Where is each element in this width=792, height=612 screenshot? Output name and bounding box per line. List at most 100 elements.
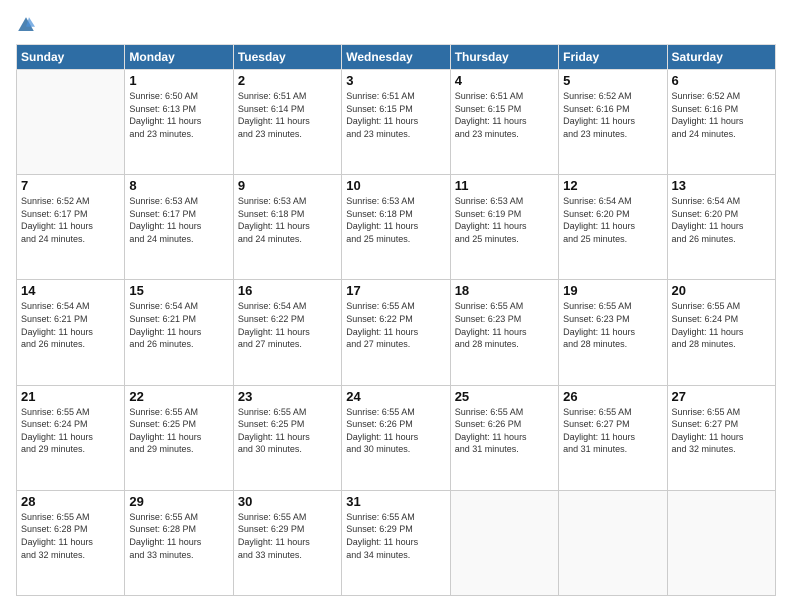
day-info: Sunrise: 6:55 AM Sunset: 6:27 PM Dayligh… [563, 406, 662, 456]
week-row-3: 14Sunrise: 6:54 AM Sunset: 6:21 PM Dayli… [17, 280, 776, 385]
day-cell: 15 Sunrise: 6:54 AM Sunset: 6:21 PM Dayli… [125, 280, 233, 385]
day-number: 17 [346, 283, 445, 298]
day-info: Sunrise: 6:55 AM Sunset: 6:25 PM Dayligh… [238, 406, 337, 456]
day-cell: 9 Sunrise: 6:53 AM Sunset: 6:18 PM Daylig… [233, 175, 341, 280]
day-number: 11 [455, 178, 554, 193]
day-cell: 21 Sunrise: 6:55 AM Sunset: 6:24 PM Dayli… [17, 385, 125, 490]
day-info: Sunrise: 6:53 AM Sunset: 6:18 PM Dayligh… [346, 195, 445, 245]
day-number: 20 [672, 283, 771, 298]
weekday-header-tuesday: Tuesday [233, 45, 341, 70]
weekday-header-wednesday: Wednesday [342, 45, 450, 70]
day-cell: 11 Sunrise: 6:53 AM Sunset: 6:19 PM Dayli… [450, 175, 558, 280]
day-cell: 19 Sunrise: 6:55 AM Sunset: 6:23 PM Dayli… [559, 280, 667, 385]
weekday-header-row: SundayMondayTuesdayWednesdayThursdayFrid… [17, 45, 776, 70]
day-number: 22 [129, 389, 228, 404]
day-cell: 28 Sunrise: 6:55 AM Sunset: 6:28 PM Dayli… [17, 490, 125, 595]
weekday-header-sunday: Sunday [17, 45, 125, 70]
day-info: Sunrise: 6:54 AM Sunset: 6:21 PM Dayligh… [21, 300, 120, 350]
day-info: Sunrise: 6:51 AM Sunset: 6:15 PM Dayligh… [346, 90, 445, 140]
day-cell: 7 Sunrise: 6:52 AM Sunset: 6:17 PM Daylig… [17, 175, 125, 280]
day-cell: 29Sunrise: 6:55 AM Sunset: 6:28 PM Dayli… [125, 490, 233, 595]
day-number: 19 [563, 283, 662, 298]
day-cell: 23Sunrise: 6:55 AM Sunset: 6:25 PM Dayli… [233, 385, 341, 490]
day-number: 15 [129, 283, 228, 298]
day-info: Sunrise: 6:55 AM Sunset: 6:28 PM Dayligh… [129, 511, 228, 561]
day-info: Sunrise: 6:50 AM Sunset: 6:13 PM Dayligh… [129, 90, 228, 140]
day-info: Sunrise: 6:55 AM Sunset: 6:28 PM Dayligh… [21, 511, 120, 561]
day-number: 24 [346, 389, 445, 404]
day-info: Sunrise: 6:55 AM Sunset: 6:27 PM Dayligh… [672, 406, 771, 456]
calendar-table: SundayMondayTuesdayWednesdayThursdayFrid… [16, 44, 776, 596]
day-number: 26 [563, 389, 662, 404]
day-cell: 25 Sunrise: 6:55 AM Sunset: 6:26 PM Dayli… [450, 385, 558, 490]
day-number: 12 [563, 178, 662, 193]
day-cell: 14Sunrise: 6:54 AM Sunset: 6:21 PM Dayli… [17, 280, 125, 385]
day-number: 7 [21, 178, 120, 193]
logo [16, 16, 37, 34]
day-cell: 8 Sunrise: 6:53 AM Sunset: 6:17 PM Daylig… [125, 175, 233, 280]
day-info: Sunrise: 6:55 AM Sunset: 6:24 PM Dayligh… [672, 300, 771, 350]
day-cell [450, 490, 558, 595]
day-cell: 26 Sunrise: 6:55 AM Sunset: 6:27 PM Dayli… [559, 385, 667, 490]
day-cell: 5 Sunrise: 6:52 AM Sunset: 6:16 PM Daylig… [559, 70, 667, 175]
day-cell: 10 Sunrise: 6:53 AM Sunset: 6:18 PM Dayli… [342, 175, 450, 280]
week-row-5: 28 Sunrise: 6:55 AM Sunset: 6:28 PM Dayli… [17, 490, 776, 595]
day-info: Sunrise: 6:54 AM Sunset: 6:21 PM Dayligh… [129, 300, 228, 350]
day-cell: 16Sunrise: 6:54 AM Sunset: 6:22 PM Dayli… [233, 280, 341, 385]
day-number: 10 [346, 178, 445, 193]
day-cell: 17 Sunrise: 6:55 AM Sunset: 6:22 PM Dayli… [342, 280, 450, 385]
day-number: 4 [455, 73, 554, 88]
page: SundayMondayTuesdayWednesdayThursdayFrid… [0, 0, 792, 612]
day-number: 30 [238, 494, 337, 509]
day-info: Sunrise: 6:55 AM Sunset: 6:23 PM Dayligh… [563, 300, 662, 350]
day-number: 28 [21, 494, 120, 509]
day-info: Sunrise: 6:52 AM Sunset: 6:16 PM Dayligh… [672, 90, 771, 140]
day-cell: 4 Sunrise: 6:51 AM Sunset: 6:15 PM Daylig… [450, 70, 558, 175]
day-number: 16 [238, 283, 337, 298]
day-info: Sunrise: 6:51 AM Sunset: 6:15 PM Dayligh… [455, 90, 554, 140]
day-info: Sunrise: 6:54 AM Sunset: 6:20 PM Dayligh… [672, 195, 771, 245]
day-cell: 1 Sunrise: 6:50 AM Sunset: 6:13 PM Daylig… [125, 70, 233, 175]
day-info: Sunrise: 6:53 AM Sunset: 6:19 PM Dayligh… [455, 195, 554, 245]
weekday-header-monday: Monday [125, 45, 233, 70]
day-info: Sunrise: 6:54 AM Sunset: 6:20 PM Dayligh… [563, 195, 662, 245]
weekday-header-saturday: Saturday [667, 45, 775, 70]
day-info: Sunrise: 6:55 AM Sunset: 6:26 PM Dayligh… [455, 406, 554, 456]
day-info: Sunrise: 6:55 AM Sunset: 6:26 PM Dayligh… [346, 406, 445, 456]
day-info: Sunrise: 6:51 AM Sunset: 6:14 PM Dayligh… [238, 90, 337, 140]
day-cell: 6 Sunrise: 6:52 AM Sunset: 6:16 PM Daylig… [667, 70, 775, 175]
day-info: Sunrise: 6:53 AM Sunset: 6:17 PM Dayligh… [129, 195, 228, 245]
day-cell: 24 Sunrise: 6:55 AM Sunset: 6:26 PM Dayli… [342, 385, 450, 490]
day-number: 2 [238, 73, 337, 88]
day-number: 21 [21, 389, 120, 404]
day-cell [559, 490, 667, 595]
day-cell [667, 490, 775, 595]
week-row-2: 7 Sunrise: 6:52 AM Sunset: 6:17 PM Daylig… [17, 175, 776, 280]
logo-icon [17, 16, 35, 34]
day-cell: 22 Sunrise: 6:55 AM Sunset: 6:25 PM Dayli… [125, 385, 233, 490]
day-number: 9 [238, 178, 337, 193]
header [16, 16, 776, 34]
day-number: 5 [563, 73, 662, 88]
weekday-header-friday: Friday [559, 45, 667, 70]
day-number: 6 [672, 73, 771, 88]
day-cell: 13Sunrise: 6:54 AM Sunset: 6:20 PM Dayli… [667, 175, 775, 280]
day-number: 25 [455, 389, 554, 404]
day-number: 8 [129, 178, 228, 193]
day-number: 31 [346, 494, 445, 509]
weekday-header-thursday: Thursday [450, 45, 558, 70]
day-info: Sunrise: 6:55 AM Sunset: 6:22 PM Dayligh… [346, 300, 445, 350]
day-cell: 27Sunrise: 6:55 AM Sunset: 6:27 PM Dayli… [667, 385, 775, 490]
day-cell: 2 Sunrise: 6:51 AM Sunset: 6:14 PM Daylig… [233, 70, 341, 175]
day-info: Sunrise: 6:55 AM Sunset: 6:25 PM Dayligh… [129, 406, 228, 456]
day-number: 1 [129, 73, 228, 88]
day-info: Sunrise: 6:52 AM Sunset: 6:17 PM Dayligh… [21, 195, 120, 245]
week-row-1: 1 Sunrise: 6:50 AM Sunset: 6:13 PM Daylig… [17, 70, 776, 175]
day-info: Sunrise: 6:55 AM Sunset: 6:24 PM Dayligh… [21, 406, 120, 456]
day-info: Sunrise: 6:52 AM Sunset: 6:16 PM Dayligh… [563, 90, 662, 140]
day-info: Sunrise: 6:55 AM Sunset: 6:29 PM Dayligh… [238, 511, 337, 561]
day-info: Sunrise: 6:53 AM Sunset: 6:18 PM Dayligh… [238, 195, 337, 245]
day-cell: 3Sunrise: 6:51 AM Sunset: 6:15 PM Daylig… [342, 70, 450, 175]
day-cell [17, 70, 125, 175]
week-row-4: 21 Sunrise: 6:55 AM Sunset: 6:24 PM Dayli… [17, 385, 776, 490]
